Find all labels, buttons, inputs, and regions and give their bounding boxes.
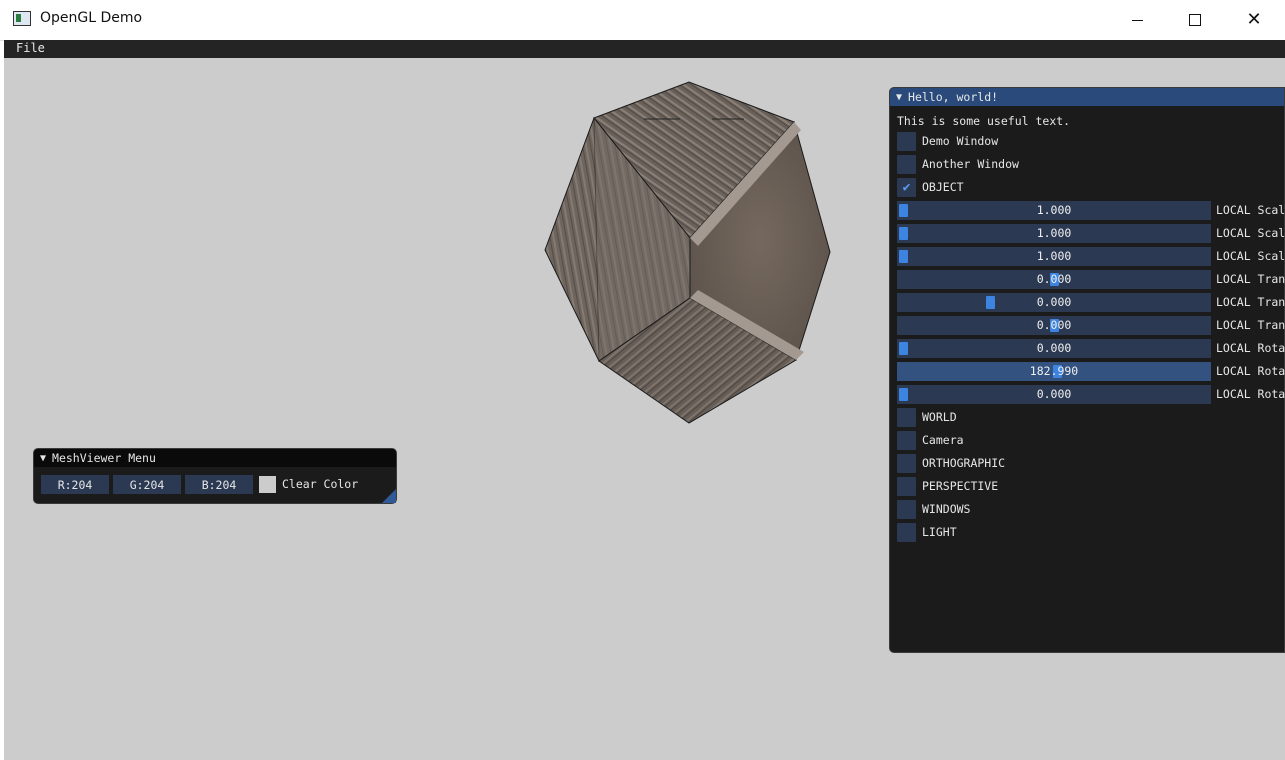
slider-row: 1.000 LOCAL Scal [897,200,1285,220]
slider-value: 1.000 [1036,226,1072,240]
meshviewer-title: MeshViewer Menu [52,451,156,465]
menu-file[interactable]: File [16,41,45,55]
checkbox-row-perspective[interactable]: PERSPECTIVE [897,476,998,496]
float-slider[interactable]: 0.000 [897,269,1211,289]
checkbox[interactable] [897,154,916,174]
checkbox-label: LIGHT [922,525,957,539]
checkbox-row-object[interactable]: ✔ OBJECT [897,177,964,197]
slider-label: LOCAL Tran [1216,295,1285,309]
slider-value: 0.000 [1036,318,1072,332]
app-window-icon [13,11,31,26]
hello-world-panel[interactable]: ▼ Hello, world! This is some useful text… [889,87,1285,653]
slider-value: 0.000 [1036,272,1072,286]
slider-row: 0.000 LOCAL Tran [897,315,1285,335]
slider-label: LOCAL Rota [1216,364,1285,378]
maximize-icon [1189,14,1201,26]
clear-color-swatch[interactable] [259,476,276,493]
checkbox[interactable] [897,131,916,151]
meshviewer-header[interactable]: ▼ MeshViewer Menu [34,449,396,467]
float-slider[interactable]: 0.000 [897,292,1211,312]
maximize-button[interactable] [1166,0,1224,40]
slider-label: LOCAL Scal [1216,203,1285,217]
panel-header[interactable]: ▼ Hello, world! [890,88,1284,106]
window-title: OpenGL Demo [40,10,143,26]
slider-row: 0.000 LOCAL Rota [897,384,1285,404]
float-slider[interactable]: 0.000 [897,384,1211,404]
slider-row: 182.990 LOCAL Rota [897,361,1285,381]
float-slider[interactable]: 1.000 [897,223,1211,243]
close-button[interactable]: ✕ [1225,0,1283,40]
checkbox[interactable]: ✔ [897,177,916,197]
slider-value: 0.000 [1036,387,1072,401]
checkbox-label: Demo Window [922,134,999,148]
slider-value: 182.990 [1029,364,1079,378]
slider-label: LOCAL Scal [1216,226,1285,240]
slider-value: 1.000 [1036,249,1072,263]
slider-row: 0.000 LOCAL Rota [897,338,1285,358]
float-slider[interactable]: 0.000 [897,338,1211,358]
slider-label: LOCAL Rota [1216,387,1285,401]
slider-value: 1.000 [1036,203,1072,217]
checkbox-label: WINDOWS [922,502,971,516]
resize-grip[interactable] [382,489,396,503]
close-icon: ✕ [1246,9,1262,30]
checkbox-label: ORTHOGRAPHIC [922,456,1006,470]
checkbox[interactable] [897,499,916,519]
checkbox[interactable] [897,453,916,473]
checkbox-label: PERSPECTIVE [922,479,999,493]
slider-row: 0.000 LOCAL Tran [897,292,1285,312]
minimize-button[interactable] [1108,0,1166,40]
checkbox-row-light[interactable]: LIGHT [897,522,957,542]
checkbox-row-world[interactable]: WORLD [897,407,957,427]
green-channel-field[interactable]: G:204 [113,475,181,494]
menu-bar: File [4,40,1285,58]
slider-value: 0.000 [1036,295,1072,309]
checkbox-row-camera[interactable]: Camera [897,430,964,450]
checkbox[interactable] [897,430,916,450]
checkbox-label: OBJECT [922,180,964,194]
checkmark-icon: ✔ [902,179,911,195]
meshviewer-menu-panel[interactable]: ▼ MeshViewer Menu R:204 G:204 B:204 Clea… [33,448,397,504]
checkbox-label: Camera [922,433,964,447]
red-channel-field[interactable]: R:204 [41,475,109,494]
clear-color-label: Clear Color [282,477,359,491]
checkbox[interactable] [897,407,916,427]
slider-row: 1.000 LOCAL Scal [897,223,1285,243]
useful-text: This is some useful text. [897,114,1071,128]
checkbox-label: WORLD [922,410,957,424]
float-slider[interactable]: 1.000 [897,200,1211,220]
float-slider[interactable]: 182.990 [897,361,1211,381]
collapse-arrow-icon[interactable]: ▼ [40,453,46,464]
checkbox-row-demo-window[interactable]: Demo Window [897,131,998,151]
collapse-arrow-icon[interactable]: ▼ [896,92,902,103]
checkbox-row-another-window[interactable]: Another Window [897,154,1019,174]
float-slider[interactable]: 0.000 [897,315,1211,335]
window-titlebar: OpenGL Demo ✕ [0,0,1285,41]
float-slider[interactable]: 1.000 [897,246,1211,266]
slider-label: LOCAL Scal [1216,249,1285,263]
slider-row: 0.000 LOCAL Tran [897,269,1285,289]
checkbox-row-windows[interactable]: WINDOWS [897,499,970,519]
checkbox[interactable] [897,476,916,496]
checkbox[interactable] [897,522,916,542]
blue-channel-field[interactable]: B:204 [185,475,253,494]
minimize-icon [1131,19,1143,21]
panel-title: Hello, world! [908,90,999,104]
checkbox-label: Another Window [922,157,1019,171]
checkbox-row-orthographic[interactable]: ORTHOGRAPHIC [897,453,1005,473]
slider-label: LOCAL Tran [1216,272,1285,286]
slider-label: LOCAL Tran [1216,318,1285,332]
slider-row: 1.000 LOCAL Scal [897,246,1285,266]
slider-value: 0.000 [1036,341,1072,355]
slider-label: LOCAL Rota [1216,341,1285,355]
